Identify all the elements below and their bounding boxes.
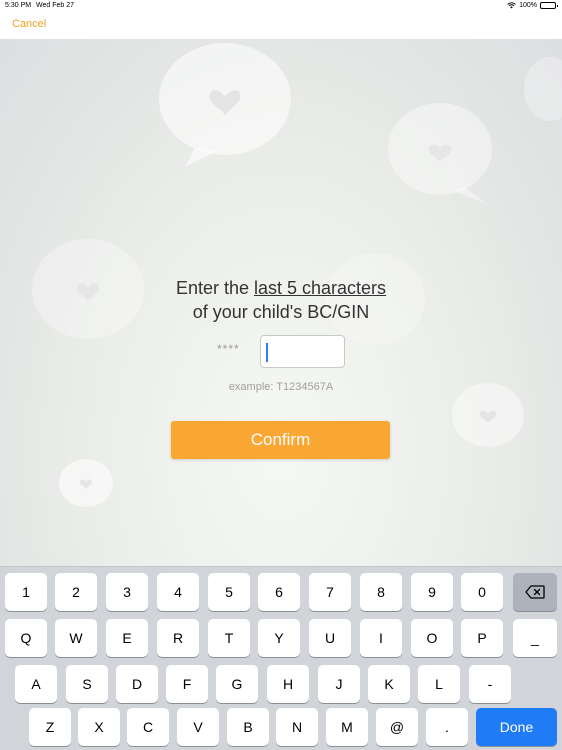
key-hyphen[interactable]: - [469, 665, 511, 703]
key-e[interactable]: E [106, 619, 148, 657]
key-7[interactable]: 7 [309, 573, 351, 611]
backspace-icon [525, 585, 545, 599]
key-h[interactable]: H [267, 665, 309, 703]
key-k[interactable]: K [368, 665, 410, 703]
key-r[interactable]: R [157, 619, 199, 657]
wifi-icon [507, 2, 516, 9]
backspace-key[interactable] [513, 573, 557, 611]
instruction-prefix: Enter the [175, 278, 254, 298]
key-at[interactable]: @ [376, 708, 418, 746]
key-3[interactable]: 3 [106, 573, 148, 611]
key-p[interactable]: P [461, 619, 503, 657]
key-m[interactable]: M [326, 708, 368, 746]
key-n[interactable]: N [276, 708, 318, 746]
heart-bubble-icon [159, 43, 291, 167]
done-key[interactable]: Done [476, 708, 557, 746]
battery-icon [540, 2, 558, 9]
key-5[interactable]: 5 [208, 573, 250, 611]
nav-bar: Cancel [0, 12, 562, 39]
key-u[interactable]: U [309, 619, 351, 657]
key-i[interactable]: I [360, 619, 402, 657]
key-8[interactable]: 8 [360, 573, 402, 611]
instruction-text: Enter the last 5 characters of your chil… [0, 276, 562, 324]
key-f[interactable]: F [166, 665, 208, 703]
key-9[interactable]: 9 [411, 573, 453, 611]
status-bar: 5:30 PM Wed Feb 27 100% [0, 0, 562, 12]
key-c[interactable]: C [127, 708, 169, 746]
instruction-line-2: of your child's BC/GIN [192, 302, 370, 322]
code-input[interactable] [260, 335, 345, 368]
heart-bubble-icon [388, 103, 492, 203]
key-z[interactable]: Z [29, 708, 71, 746]
status-right: 100% [507, 2, 558, 9]
key-g[interactable]: G [216, 665, 258, 703]
confirm-button[interactable]: Confirm [171, 421, 390, 459]
key-b[interactable]: B [227, 708, 269, 746]
key-w[interactable]: W [55, 619, 97, 657]
status-time: 5:30 PM [5, 2, 32, 9]
key-y[interactable]: Y [258, 619, 300, 657]
status-date: Wed Feb 27 [36, 2, 75, 9]
key-o[interactable]: O [411, 619, 453, 657]
key-6[interactable]: 6 [258, 573, 300, 611]
heart-bubble-icon [524, 57, 562, 121]
key-x[interactable]: X [78, 708, 120, 746]
key-t[interactable]: T [208, 619, 250, 657]
key-s[interactable]: S [66, 665, 108, 703]
key-d[interactable]: D [116, 665, 158, 703]
text-cursor [266, 343, 268, 362]
key-l[interactable]: L [418, 665, 460, 703]
masked-prefix: **** [217, 342, 240, 356]
keyboard: 1 2 3 4 5 6 7 8 9 0 Q W E R T Y U I O P … [0, 566, 562, 750]
key-2[interactable]: 2 [55, 573, 97, 611]
example-hint: example: T1234567A [228, 381, 334, 393]
key-4[interactable]: 4 [157, 573, 199, 611]
key-q[interactable]: Q [5, 619, 47, 657]
instruction-underlined: last 5 characters [253, 278, 387, 298]
key-a[interactable]: A [15, 665, 57, 703]
key-0[interactable]: 0 [461, 573, 503, 611]
battery-percent: 100% [519, 2, 537, 9]
key-underscore[interactable]: _ [513, 619, 557, 657]
key-1[interactable]: 1 [5, 573, 47, 611]
key-j[interactable]: J [318, 665, 360, 703]
instruction-line-1: Enter the last 5 characters [0, 276, 562, 300]
key-v[interactable]: V [177, 708, 219, 746]
heart-bubble-icon [59, 459, 113, 507]
key-period[interactable]: . [426, 708, 468, 746]
cancel-button[interactable]: Cancel [12, 18, 46, 30]
